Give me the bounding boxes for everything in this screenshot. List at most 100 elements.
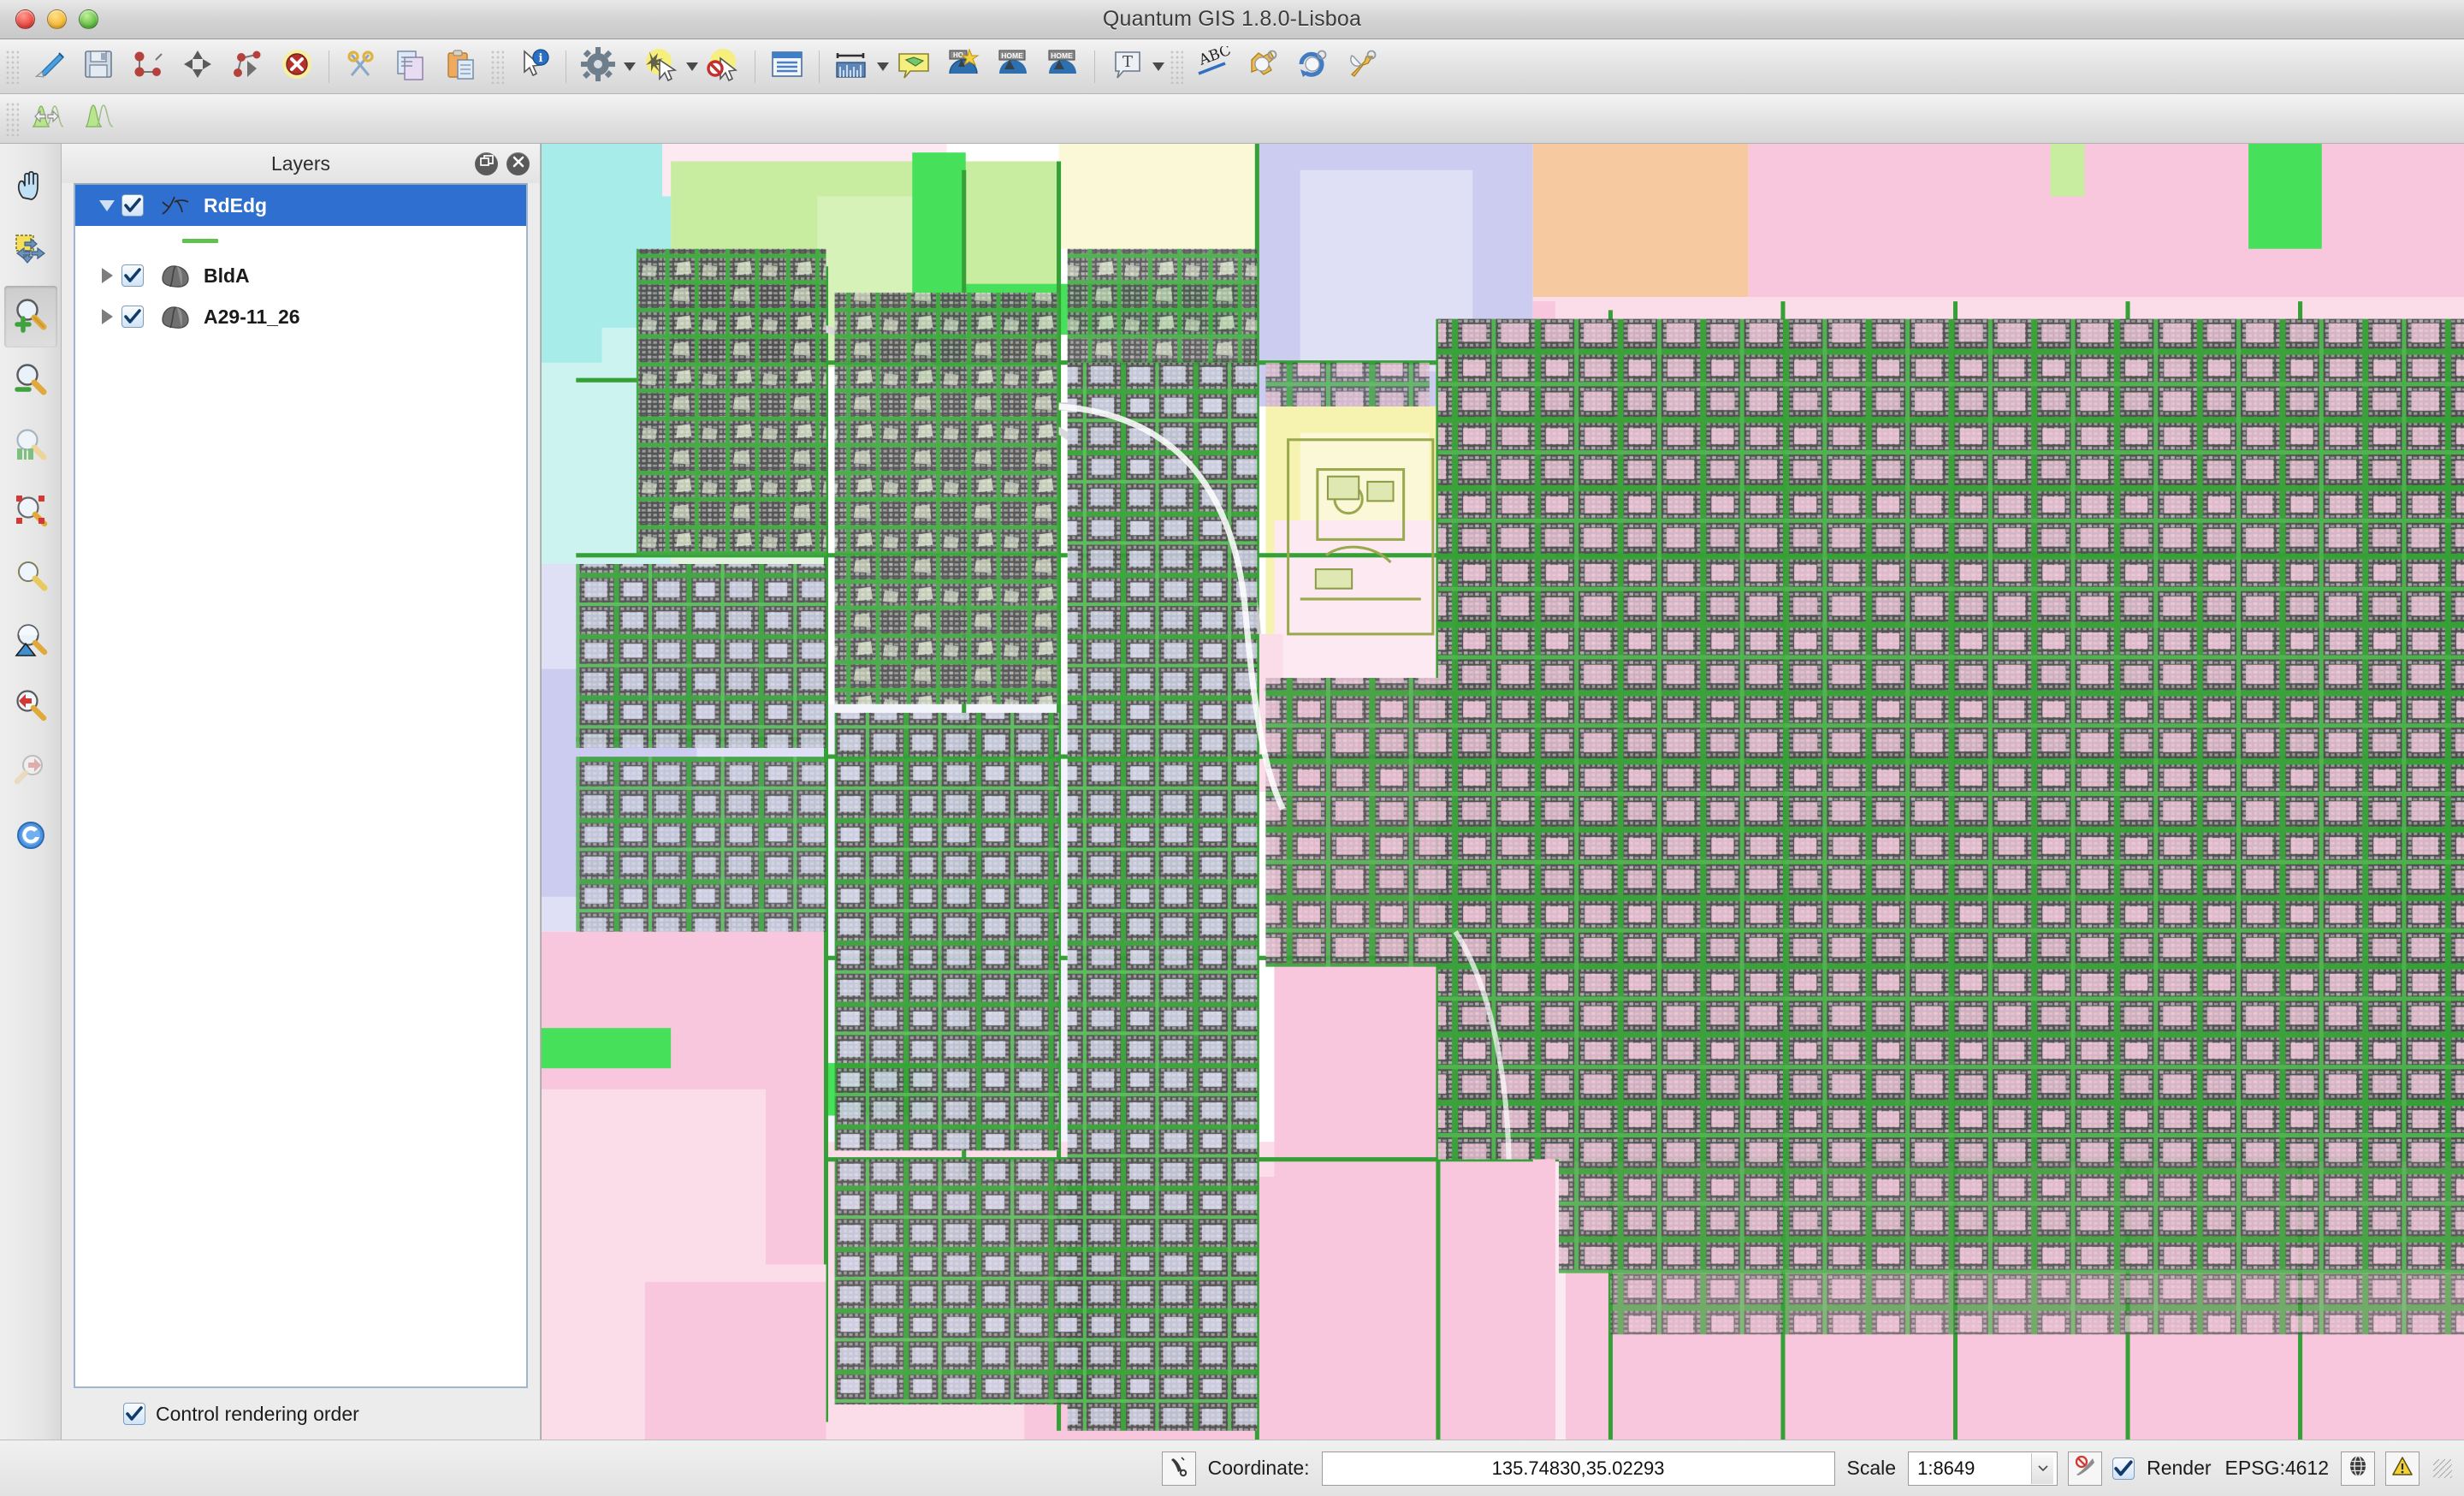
layer-expander-blda[interactable] [92,268,121,283]
plugin-settings-button[interactable] [1339,45,1385,89]
home-bookmark-button[interactable]: HOME [1040,45,1086,89]
zoom-full-button[interactable] [4,416,57,478]
zoom-in-icon [12,296,50,338]
toolbar-grip[interactable] [5,49,19,84]
layer-visibility-checkbox-blda[interactable] [121,264,144,287]
render-checkbox[interactable] [2112,1457,2135,1480]
text-annotation-button[interactable]: T [1104,45,1150,89]
layer-visibility-checkbox-rdedg[interactable] [121,194,144,217]
measure-group[interactable] [826,45,889,89]
legend-line-swatch [182,238,218,243]
map-canvas[interactable] [541,144,2464,1440]
coordinate-toggle-button[interactable] [1161,1451,1196,1486]
new-bookmark-button[interactable]: HO [940,45,986,89]
raster-toolbar [0,94,2464,144]
paste-icon [442,46,478,86]
new-bookmark-icon: HO [945,46,982,86]
measure-line-button[interactable] [828,45,874,89]
map-settings-group[interactable] [573,45,636,89]
plugin-refresh-button[interactable] [1289,45,1336,89]
stop-render-icon [2074,1455,2096,1482]
layer-item-blda[interactable]: BldA [75,255,526,296]
layer-symbol-polygon-blda [157,262,195,289]
measure-icon [832,46,870,86]
layer-expander-a29-11-26[interactable] [92,309,121,324]
close-icon [512,155,525,173]
move-feature-button[interactable] [175,45,221,89]
zoom-out-button[interactable] [4,351,57,413]
layers-tree[interactable]: RdEdg BldA A29-11_26 [74,183,528,1388]
cut-features-button[interactable] [338,45,384,89]
zoom-to-layer-button[interactable] [4,546,57,608]
toolbar-grip-3[interactable] [1170,49,1183,84]
refresh-map-button[interactable] [4,806,57,868]
toggle-editing-button[interactable] [26,45,72,89]
select-features-dropdown-arrow[interactable] [686,62,698,71]
chevron-right-icon [101,309,113,324]
plugin-manager-button[interactable] [1240,45,1286,89]
show-bookmarks-button[interactable]: HOME [990,45,1036,89]
delete-selected-button[interactable] [274,45,320,89]
node-tool-button[interactable] [224,45,270,89]
zoom-to-selection-button[interactable] [4,481,57,543]
map-settings-button[interactable] [575,45,621,89]
messages-button[interactable] [2385,1451,2420,1486]
main-toolbar: i HO HOME HOME T ABC [0,39,2464,94]
zoom-full-icon [12,426,50,468]
layer-name-a29-11-26: A29-11_26 [204,305,300,328]
check-icon [124,309,141,324]
status-bar: Coordinate: 135.74830,35.02293 Scale 1:8… [0,1440,2464,1496]
paste-features-button[interactable] [437,45,483,89]
layer-visibility-checkbox-a29-11-26[interactable] [121,306,144,328]
layers-panel: Layers RdEdg BldA A29-11_26 Control rend… [62,144,541,1440]
layer-legend-rdedg [75,226,526,255]
measure-dropdown-arrow[interactable] [877,62,889,71]
crs-status-button[interactable] [2341,1451,2375,1486]
layer-item-rdedg[interactable]: RdEdg [75,185,526,226]
coordinate-input[interactable]: 135.74830,35.02293 [1321,1451,1835,1486]
histogram-button[interactable] [75,97,121,141]
close-panel-button[interactable] [506,151,530,175]
text-annotation-group[interactable]: T [1102,45,1164,89]
plugin-icon [1245,46,1281,86]
stop-render-button[interactable] [2068,1451,2103,1486]
scale-label: Scale [1846,1457,1897,1479]
layer-expander-rdedg[interactable] [92,199,121,211]
window-resize-grip[interactable] [2433,1458,2452,1478]
crs-label: EPSG:4612 [2224,1457,2329,1479]
scale-combobox[interactable]: 1:8649 [1908,1451,2058,1486]
add-feature-icon [130,46,166,86]
layer-item-a29-11-26[interactable]: A29-11_26 [75,296,526,337]
copy-features-button[interactable] [388,45,434,89]
show-bookmarks-icon: HOME [994,46,1032,86]
zoom-to-native-button[interactable] [4,611,57,673]
control-rendering-order-checkbox[interactable] [123,1403,145,1425]
map-settings-dropdown-arrow[interactable] [624,62,636,71]
undock-panel-button[interactable] [475,151,498,175]
raster-toolbar-grip[interactable] [5,101,19,136]
pan-map-button[interactable] [4,156,57,217]
select-features-group[interactable] [636,45,698,89]
zoom-in-button[interactable] [3,286,57,347]
toolbar-grip-2[interactable] [490,49,504,84]
label-tool-button[interactable]: ABC [1190,42,1236,89]
control-rendering-order-row[interactable]: Control rendering order [62,1388,540,1440]
histogram-stretch-button[interactable] [26,97,72,141]
save-edits-button[interactable] [75,45,121,89]
identify-features-button[interactable]: i [511,45,557,89]
layer-symbol-line [157,192,195,219]
zoom-selection-icon [12,491,50,533]
select-features-button[interactable] [637,45,684,89]
deselect-features-button[interactable] [700,45,746,89]
zoom-last-button[interactable] [4,676,57,738]
text-annotation-dropdown-arrow[interactable] [1152,62,1164,71]
node-tool-icon [229,46,265,86]
add-feature-button[interactable] [125,45,171,89]
zoom-next-button[interactable] [4,741,57,803]
map-tips-button[interactable] [891,45,937,89]
check-icon [126,1406,143,1421]
check-icon [124,268,141,282]
pan-to-selection-button[interactable] [4,221,57,282]
scale-dropdown-arrow[interactable] [2031,1452,2054,1484]
open-attribute-table-button[interactable] [764,45,810,89]
